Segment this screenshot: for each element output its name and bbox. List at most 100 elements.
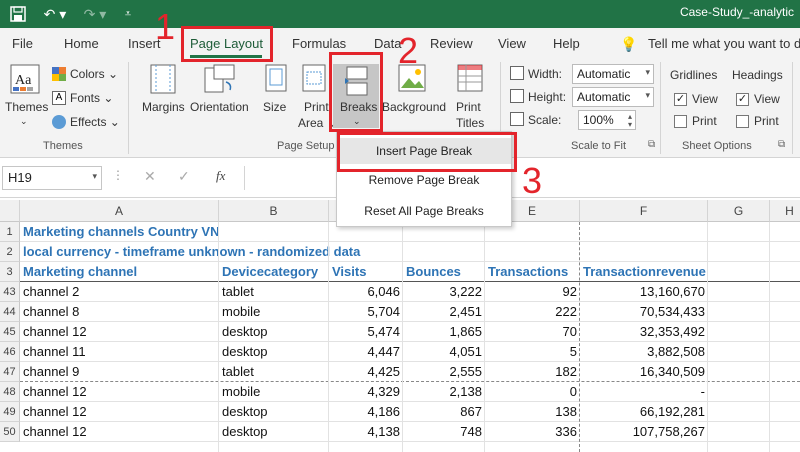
table-cell[interactable]: channel 12 <box>20 382 219 402</box>
row-header[interactable]: 48 <box>0 382 20 402</box>
table-cell[interactable]: 2,555 <box>403 362 485 382</box>
column-header-h[interactable]: H <box>770 200 800 222</box>
table-cell[interactable]: channel 2 <box>20 282 219 302</box>
table-cell[interactable]: 4,186 <box>329 402 403 422</box>
themes-button-label[interactable]: Themes <box>5 100 48 114</box>
themes-dropdown-chevron-icon[interactable]: ⌄ <box>20 116 28 127</box>
table-cell[interactable]: 66,192,281 <box>580 402 708 422</box>
scale-to-fit-launcher-icon[interactable]: ⧉ <box>648 139 655 150</box>
table-cell[interactable]: mobile <box>219 302 329 322</box>
row-header[interactable]: 3 <box>0 262 20 282</box>
headings-view-checkbox[interactable]: ✓ <box>736 93 749 106</box>
print-area-icon[interactable] <box>302 64 328 99</box>
table-cell[interactable]: 222 <box>485 302 580 322</box>
width-dropdown[interactable]: Automatic ▾ <box>572 64 654 84</box>
table-cell[interactable]: 4,425 <box>329 362 403 382</box>
row-header[interactable]: 43 <box>0 282 20 302</box>
select-all-corner[interactable] <box>0 200 20 222</box>
scale-spinner[interactable]: 100% ▴ ▾ <box>578 110 636 130</box>
background-label[interactable]: Background <box>382 100 446 114</box>
table-cell[interactable]: 2,451 <box>403 302 485 322</box>
height-dropdown[interactable]: Automatic ▾ <box>572 87 654 107</box>
table-cell[interactable]: tablet <box>219 282 329 302</box>
sheet-title-cell[interactable]: local currency - timeframe unknown - ran… <box>20 242 580 262</box>
fonts-button[interactable]: Fonts ⌄ <box>70 91 113 105</box>
row-header[interactable]: 44 <box>0 302 20 322</box>
tab-view[interactable]: View <box>498 36 526 51</box>
table-cell[interactable]: 5 <box>485 342 580 362</box>
table-cell[interactable]: 3,882,508 <box>580 342 708 362</box>
table-cell[interactable]: - <box>580 382 708 402</box>
insert-function-icon[interactable]: fx <box>216 168 225 184</box>
column-header-cell[interactable]: Transactionrevenue <box>580 262 708 282</box>
column-header-cell[interactable]: Marketing channel <box>20 262 219 282</box>
table-cell[interactable]: 1,865 <box>403 322 485 342</box>
tab-review[interactable]: Review <box>430 36 473 51</box>
orientation-label[interactable]: Orientation <box>190 100 249 114</box>
headings-print-checkbox[interactable] <box>736 115 749 128</box>
tab-file[interactable]: File <box>12 36 33 51</box>
table-cell[interactable]: 92 <box>485 282 580 302</box>
enter-icon[interactable]: ✓ <box>178 168 190 185</box>
table-cell[interactable]: desktop <box>219 422 329 442</box>
table-cell[interactable]: 107,758,267 <box>580 422 708 442</box>
gridlines-print-checkbox[interactable] <box>674 115 687 128</box>
table-cell[interactable]: tablet <box>219 362 329 382</box>
reset-all-page-breaks-item[interactable]: Reset All Page Breaks <box>337 198 511 224</box>
name-box[interactable]: H19 ▾ <box>2 166 102 190</box>
table-cell[interactable]: 6,046 <box>329 282 403 302</box>
row-header[interactable]: 1 <box>0 222 20 242</box>
tab-home[interactable]: Home <box>64 36 99 51</box>
table-cell[interactable]: 32,353,492 <box>580 322 708 342</box>
colors-button[interactable]: Colors ⌄ <box>70 67 118 81</box>
fonts-icon[interactable]: A <box>52 91 66 105</box>
table-cell[interactable]: 182 <box>485 362 580 382</box>
effects-button[interactable]: Effects ⌄ <box>70 115 120 129</box>
row-header[interactable]: 45 <box>0 322 20 342</box>
table-cell[interactable]: 4,329 <box>329 382 403 402</box>
column-header-f[interactable]: F <box>580 200 708 222</box>
table-cell[interactable]: channel 8 <box>20 302 219 322</box>
table-cell[interactable]: 3,222 <box>403 282 485 302</box>
table-cell[interactable]: desktop <box>219 322 329 342</box>
tell-me-search[interactable]: Tell me what you want to d <box>648 36 800 51</box>
size-icon[interactable] <box>265 64 289 99</box>
colors-icon[interactable] <box>52 67 66 86</box>
column-header-cell[interactable]: Devicecategory <box>219 262 329 282</box>
save-icon[interactable] <box>8 4 28 24</box>
table-cell[interactable]: 4,138 <box>329 422 403 442</box>
print-titles-icon[interactable] <box>457 64 483 99</box>
table-cell[interactable]: 70,534,433 <box>580 302 708 322</box>
gridlines-view-checkbox[interactable]: ✓ <box>674 93 687 106</box>
row-header[interactable]: 50 <box>0 422 20 442</box>
margins-label[interactable]: Margins <box>142 100 185 114</box>
row-header[interactable]: 2 <box>0 242 20 262</box>
table-cell[interactable]: 2,138 <box>403 382 485 402</box>
table-cell[interactable]: 4,447 <box>329 342 403 362</box>
row-header[interactable]: 46 <box>0 342 20 362</box>
row-header[interactable]: 49 <box>0 402 20 422</box>
table-cell[interactable]: channel 11 <box>20 342 219 362</box>
table-cell[interactable]: channel 9 <box>20 362 219 382</box>
print-titles-label-1[interactable]: Print <box>456 100 481 114</box>
table-cell[interactable]: 748 <box>403 422 485 442</box>
tab-help[interactable]: Help <box>553 36 580 51</box>
customize-qat-icon[interactable]: ⩡ <box>120 4 136 24</box>
column-header-cell[interactable]: Visits <box>329 262 403 282</box>
sheet-options-launcher-icon[interactable]: ⧉ <box>778 139 785 150</box>
table-cell[interactable]: channel 12 <box>20 402 219 422</box>
print-area-label-1[interactable]: Print <box>304 100 329 114</box>
column-header-b[interactable]: B <box>219 200 329 222</box>
table-cell[interactable]: 138 <box>485 402 580 422</box>
effects-icon[interactable] <box>52 115 66 129</box>
themes-icon[interactable]: Aa <box>10 64 40 99</box>
table-cell[interactable]: channel 12 <box>20 322 219 342</box>
tab-formulas[interactable]: Formulas <box>292 36 346 51</box>
column-header-cell[interactable]: Bounces <box>403 262 485 282</box>
table-cell[interactable]: channel 12 <box>20 422 219 442</box>
size-label[interactable]: Size <box>263 100 286 114</box>
table-cell[interactable]: desktop <box>219 402 329 422</box>
row-header[interactable]: 47 <box>0 362 20 382</box>
redo-icon[interactable]: ↷ ▾ <box>80 4 110 24</box>
table-cell[interactable]: 16,340,509 <box>580 362 708 382</box>
